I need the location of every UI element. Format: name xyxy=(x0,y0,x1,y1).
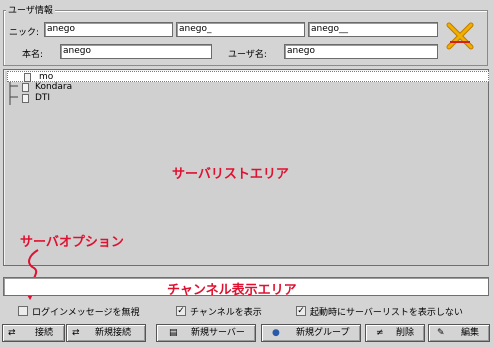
show-channels-checkbox[interactable]: ✓ xyxy=(176,306,186,316)
connect-icon: ⇄ xyxy=(8,328,16,338)
nick-field-2[interactable]: anego_ xyxy=(176,22,305,37)
globe-icon: ● xyxy=(272,328,280,338)
connect-button[interactable]: ⇄ 接続 xyxy=(2,324,65,342)
delete-icon: ≠ xyxy=(376,328,384,338)
edit-button[interactable]: ✎ 編集 xyxy=(428,324,490,342)
nick-label: ニック: xyxy=(9,28,40,38)
nick-field-3[interactable]: anego__ xyxy=(308,22,438,37)
server-icon xyxy=(22,94,29,103)
username-field[interactable]: anego xyxy=(284,44,438,59)
new-server-button[interactable]: ▤ 新規サーバー xyxy=(156,324,256,342)
annotation-arrow xyxy=(22,249,39,301)
ignore-login-message-label: ログインメッセージを無視 xyxy=(32,308,140,318)
server-icon xyxy=(22,83,29,92)
channel-display-annotation: チャンネル表示エリア xyxy=(167,283,297,298)
username-label: ユーザ名: xyxy=(228,50,267,60)
no-server-list-at-startup-checkbox[interactable]: ✓ xyxy=(296,306,306,316)
server-icon: ▤ xyxy=(169,328,178,338)
show-channels-label: チャンネルを表示 xyxy=(190,308,262,318)
edit-icon: ✎ xyxy=(437,328,445,338)
ignore-login-message-checkbox[interactable] xyxy=(18,306,28,316)
nick-field-1[interactable]: anego xyxy=(44,22,173,37)
tree-item-label: DTI xyxy=(35,93,51,103)
real-name-field[interactable]: anego xyxy=(60,44,212,59)
app-logo-icon xyxy=(446,22,474,50)
new-group-button[interactable]: ● 新規グループ xyxy=(261,324,361,342)
server-list-area-annotation: サーバリストエリア xyxy=(172,167,289,182)
delete-button[interactable]: ≠ 削除 xyxy=(365,324,425,342)
server-icon xyxy=(24,73,31,82)
tree-item-mo[interactable]: mo xyxy=(7,71,489,82)
connect-icon: ⇄ xyxy=(72,328,80,338)
tree-item-label: Kondara xyxy=(35,82,73,92)
real-name-label: 本名: xyxy=(22,50,44,60)
user-info-legend: ユーザ情報 xyxy=(6,3,55,16)
no-server-list-at-startup-label: 起動時にサーバーリストを表示しない xyxy=(310,308,463,318)
new-connection-button[interactable]: ⇄ 新規接続 xyxy=(66,324,146,342)
